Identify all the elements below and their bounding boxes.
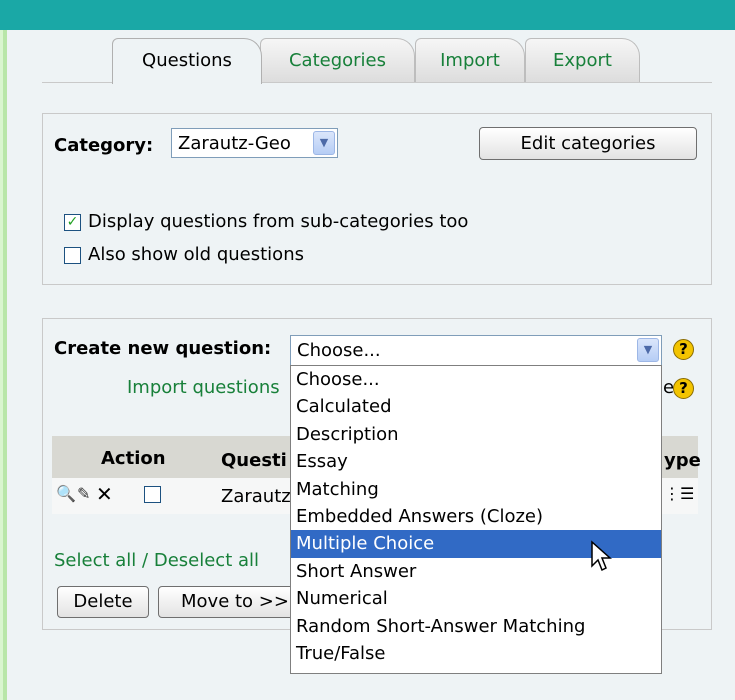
show-old-questions-checkbox[interactable] [64, 247, 81, 264]
option-random-short-answer-matching[interactable]: Random Short-Answer Matching [291, 613, 661, 640]
chevron-down-icon: ▼ [313, 131, 335, 155]
select-links: Select all / Deselect all [54, 550, 259, 571]
edit-categories-label: Edit categories [520, 133, 656, 154]
category-select-value: Zarautz-Geo [178, 133, 291, 154]
question-type-dropdown[interactable]: Choose... Calculated Description Essay M… [290, 365, 662, 674]
top-bar [0, 0, 735, 30]
edit-categories-button[interactable]: Edit categories [479, 127, 697, 160]
pencil-icon[interactable]: ✎ [77, 484, 90, 503]
tab-categories-label: Categories [288, 50, 387, 71]
show-old-questions-label: Also show old questions [88, 244, 304, 265]
deselect-all-link[interactable]: Deselect all [154, 550, 259, 571]
option-true-false[interactable]: True/False [291, 640, 661, 667]
tab-import-label: Import [440, 50, 500, 71]
category-label: Category: [54, 135, 154, 156]
create-question-select-value: Choose... [297, 340, 381, 361]
create-question-select[interactable]: Choose... ▼ [290, 335, 662, 367]
category-select[interactable]: Zarautz-Geo ▼ [171, 128, 338, 158]
create-question-label: Create new question: [54, 338, 272, 359]
type-column-header: ype [664, 450, 701, 471]
option-description[interactable]: Description [291, 421, 661, 448]
display-subcategories-label: Display questions from sub-categories to… [88, 211, 469, 232]
tab-import[interactable]: Import [415, 38, 525, 83]
question-column-header[interactable]: Questi [221, 450, 287, 471]
mouse-cursor-icon [591, 540, 612, 572]
select-all-link[interactable]: Select all [54, 550, 136, 571]
action-column-header: Action [101, 448, 166, 469]
x-icon[interactable]: ✕ [96, 482, 113, 506]
multichoice-type-icon: ⋮☰ [664, 484, 695, 503]
question-name: Zarautz [221, 486, 291, 507]
tab-export-label: Export [553, 50, 612, 71]
option-calculated[interactable]: Calculated [291, 393, 661, 420]
option-choose[interactable]: Choose... [291, 366, 661, 393]
delete-label: Delete [73, 591, 133, 612]
delete-button[interactable]: Delete [57, 586, 149, 618]
display-subcategories-checkbox[interactable]: ✓ [64, 214, 81, 231]
tab-export[interactable]: Export [525, 38, 640, 83]
move-to-label: Move to >> [181, 591, 289, 612]
option-essay[interactable]: Essay [291, 448, 661, 475]
chevron-down-icon: ▼ [637, 338, 659, 362]
option-cloze[interactable]: Embedded Answers (Cloze) [291, 503, 661, 530]
magnifier-icon[interactable]: 🔍 [56, 484, 76, 503]
option-numerical[interactable]: Numerical [291, 585, 661, 612]
option-matching[interactable]: Matching [291, 476, 661, 503]
row-select-checkbox[interactable] [144, 486, 161, 503]
import-questions-link[interactable]: Import questions [127, 377, 280, 398]
select-separator: / [142, 550, 149, 571]
tab-questions[interactable]: Questions [112, 38, 262, 84]
tab-categories[interactable]: Categories [260, 38, 415, 83]
help-icon[interactable]: ? [673, 339, 694, 360]
tab-questions-label: Questions [142, 50, 232, 71]
help-icon[interactable]: ? [673, 378, 694, 399]
